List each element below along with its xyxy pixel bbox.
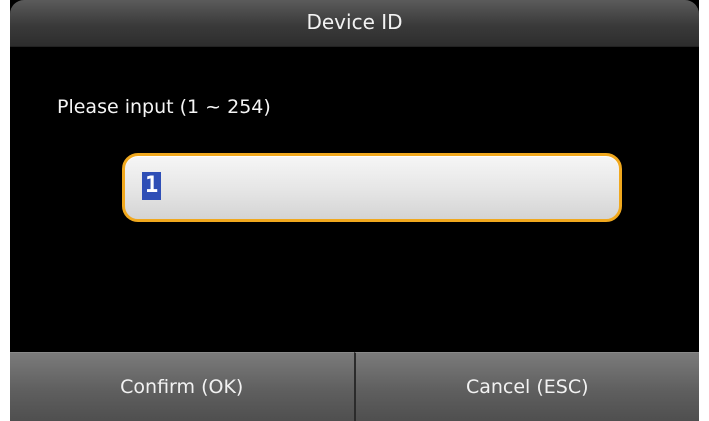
title-bar: Device ID (10, 0, 699, 47)
left-edge (0, 0, 10, 421)
footer-buttons: Confirm (OK) Cancel (ESC) (10, 352, 699, 421)
content-area: Please input (1 ~ 254) 1 (10, 47, 699, 352)
input-prompt: Please input (1 ~ 254) (57, 96, 271, 118)
device-id-screen: Device ID Please input (1 ~ 254) 1 Confi… (0, 0, 709, 421)
confirm-button[interactable]: Confirm (OK) (10, 352, 354, 421)
page-title: Device ID (306, 10, 403, 34)
device-id-input[interactable]: 1 (122, 153, 622, 222)
cancel-button[interactable]: Cancel (ESC) (353, 352, 699, 421)
device-id-value[interactable]: 1 (142, 172, 162, 200)
right-edge (699, 0, 709, 421)
